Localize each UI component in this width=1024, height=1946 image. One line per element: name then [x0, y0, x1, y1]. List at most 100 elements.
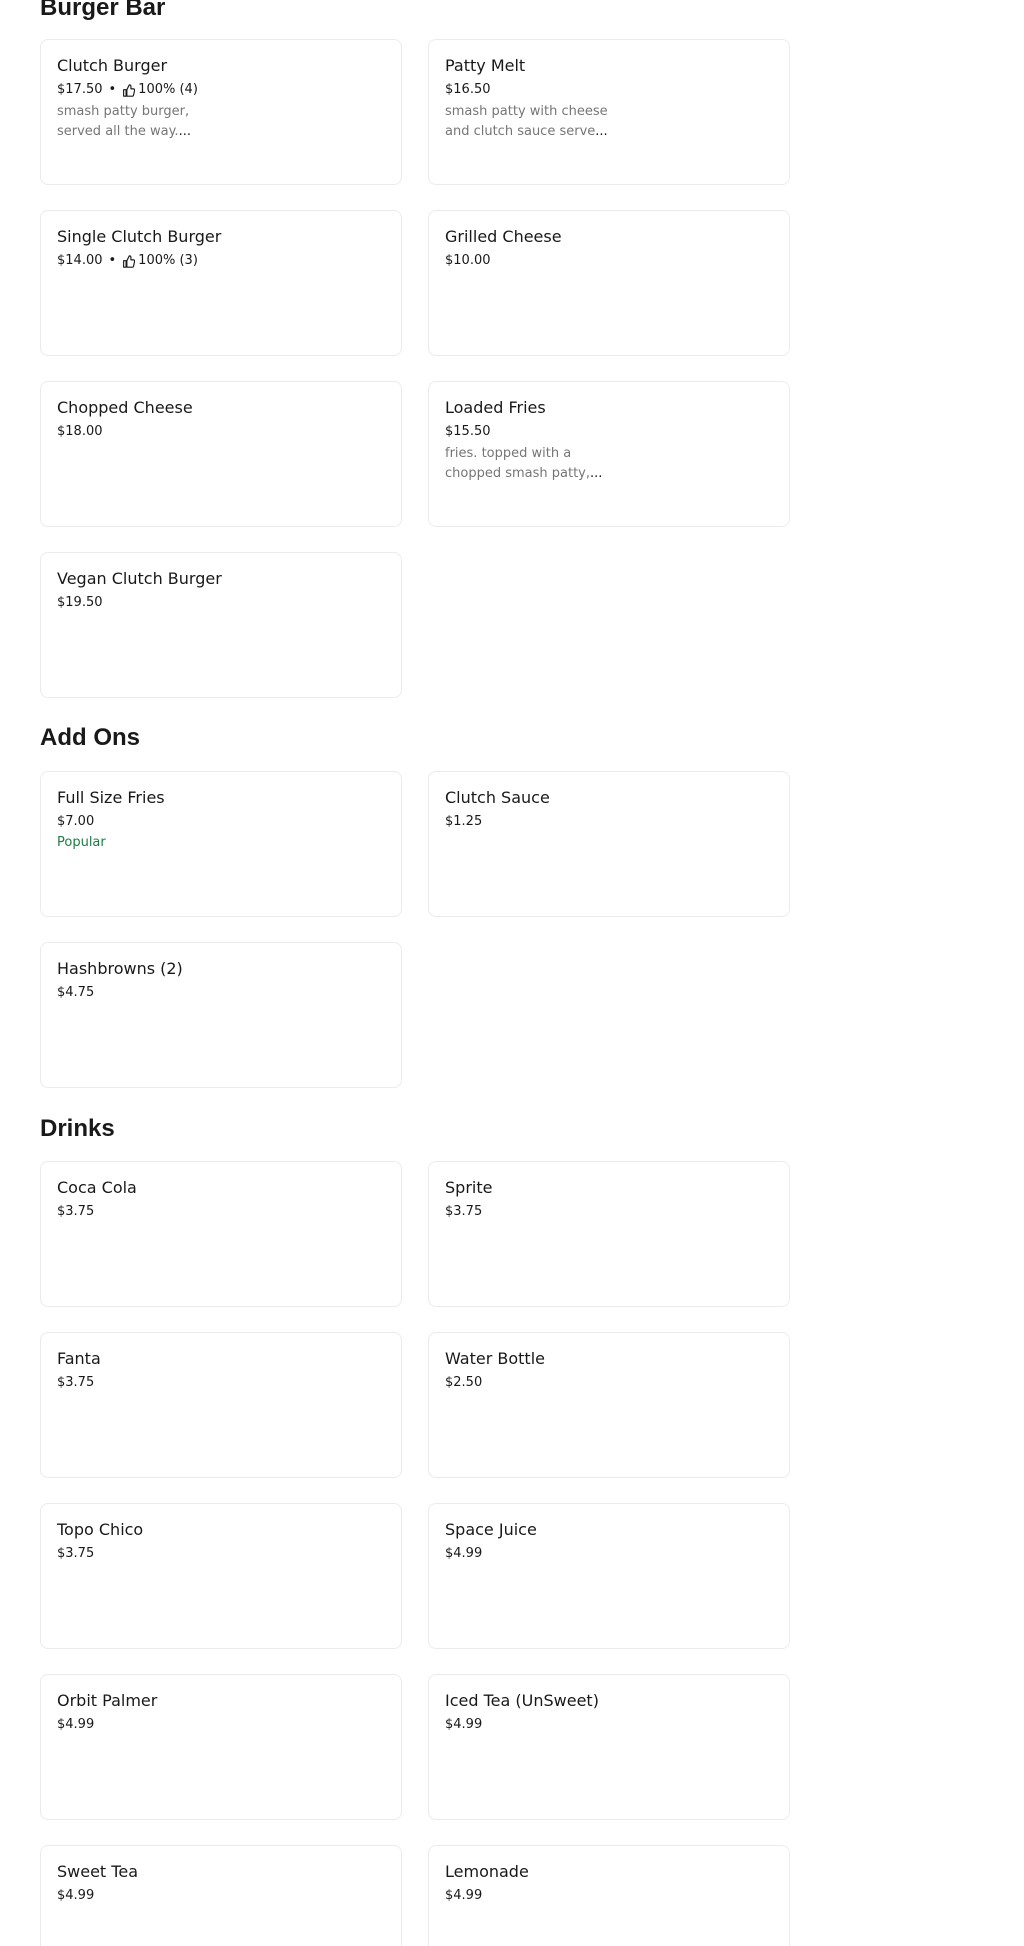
menu-item-card[interactable]: Hashbrowns (2) $4.75: [40, 942, 402, 1088]
menu-item-meta: $19.50: [57, 594, 385, 612]
menu-item-name: Iced Tea (UnSweet): [445, 1691, 599, 1710]
menu-item-meta: $3.75: [57, 1374, 385, 1392]
menu-item-name: Patty Melt: [445, 56, 526, 75]
menu-item-name: Coca Cola: [57, 1178, 137, 1197]
menu-item-price: $4.99: [445, 1546, 483, 1561]
menu-item-meta: $3.75: [445, 1203, 773, 1221]
menu-item-price: $2.50: [445, 1375, 483, 1390]
menu-item-price: $7.00: [57, 814, 95, 829]
menu-item-card[interactable]: Topo Chico $3.75: [40, 1503, 402, 1649]
menu-item-card[interactable]: Clutch Burger $17.50 • 100% (4) smash pa…: [40, 39, 402, 185]
menu-item-name: Lemonade: [445, 1862, 529, 1881]
description-line: chopped smash patty,: [445, 466, 591, 481]
description-line: served all the way.: [57, 124, 179, 139]
menu-item-price: $10.00: [445, 253, 491, 268]
menu-item-price: $4.99: [57, 1888, 95, 1903]
menu-item-price: $3.75: [445, 1204, 483, 1219]
menu-item-card[interactable]: Sprite $3.75: [428, 1161, 790, 1307]
menu-item-rating: 100% (3): [138, 253, 198, 268]
menu-item-name: Chopped Cheese: [57, 398, 193, 417]
menu-item-description: smash patty burger, served all the way...…: [57, 102, 257, 142]
menu-item-price: $3.75: [57, 1375, 95, 1390]
menu-item-card[interactable]: Clutch Sauce $1.25: [428, 771, 790, 917]
menu-item-meta: $4.75: [57, 984, 385, 1002]
description-line: smash patty burger,: [57, 104, 190, 119]
menu-item-meta: $7.00: [57, 813, 385, 831]
menu-item-meta: $17.50 • 100% (4): [57, 81, 385, 99]
menu-item-name: Full Size Fries: [57, 788, 165, 807]
meta-separator: •: [108, 82, 117, 97]
menu-item-meta: $16.50: [445, 81, 773, 99]
menu-item-meta: $2.50: [445, 1374, 773, 1392]
menu-item-meta: $4.99: [57, 1887, 385, 1905]
menu-item-name: Single Clutch Burger: [57, 227, 222, 246]
thumbs-up-icon: [123, 254, 136, 268]
menu-item-price: $19.50: [57, 595, 103, 610]
menu-item-price: $18.00: [57, 424, 103, 439]
menu-item-price: $1.25: [445, 814, 483, 829]
menu-item-meta: $14.00 • 100% (3): [57, 252, 385, 270]
menu-item-meta: $4.99: [445, 1545, 773, 1563]
menu-item-card[interactable]: Grilled Cheese $10.00: [428, 210, 790, 356]
menu-item-name: Fanta: [57, 1349, 101, 1368]
menu-item-card[interactable]: Full Size Fries $7.00 Popular: [40, 771, 402, 917]
menu-item-meta: $18.00: [57, 423, 385, 441]
menu-item-price: $14.00: [57, 253, 103, 268]
menu-item-card[interactable]: Sweet Tea $4.99: [40, 1845, 402, 1946]
description-line: and clutch sauce serve: [445, 124, 596, 139]
menu-item-price: $3.75: [57, 1204, 95, 1219]
menu-item-rating: 100% (4): [138, 82, 198, 97]
menu-item-meta: $15.50: [445, 423, 773, 441]
meta-separator: •: [108, 253, 117, 268]
menu-item-price: $4.99: [445, 1717, 483, 1732]
popular-badge: Popular: [57, 835, 106, 850]
menu-item-meta: $1.25: [445, 813, 773, 831]
description-ellipsis: ...: [590, 466, 603, 481]
menu-item-card[interactable]: Water Bottle $2.50: [428, 1332, 790, 1478]
section-title-add-ons: Add Ons: [40, 724, 140, 751]
menu-item-name: Sweet Tea: [57, 1862, 138, 1881]
menu-item-meta: $4.99: [57, 1716, 385, 1734]
menu-item-name: Topo Chico: [57, 1520, 144, 1539]
menu-item-name: Vegan Clutch Burger: [57, 569, 222, 588]
menu-item-card[interactable]: Coca Cola $3.75: [40, 1161, 402, 1307]
menu-item-price: $4.75: [57, 985, 95, 1000]
menu-item-card[interactable]: Single Clutch Burger $14.00 • 100% (3): [40, 210, 402, 356]
menu-item-card[interactable]: Orbit Palmer $4.99: [40, 1674, 402, 1820]
description-ellipsis: ...: [178, 124, 191, 139]
menu-item-meta: $10.00: [445, 252, 773, 270]
section-title-burger-bar: Burger Bar: [40, 0, 166, 21]
description-ellipsis: ...: [595, 124, 608, 139]
menu-item-card[interactable]: Space Juice $4.99: [428, 1503, 790, 1649]
menu-item-card[interactable]: Loaded Fries $15.50 fries. topped with a…: [428, 381, 790, 527]
menu-item-name: Grilled Cheese: [445, 227, 562, 246]
menu-item-name: Space Juice: [445, 1520, 537, 1539]
menu-item-card[interactable]: Iced Tea (UnSweet) $4.99: [428, 1674, 790, 1820]
menu-item-card[interactable]: Patty Melt $16.50 smash patty with chees…: [428, 39, 790, 185]
menu-item-name: Water Bottle: [445, 1349, 545, 1368]
menu-item-price: $17.50: [57, 82, 103, 97]
menu-item-meta: $3.75: [57, 1545, 385, 1563]
menu-item-name: Clutch Burger: [57, 56, 168, 75]
description-line: smash patty with cheese: [445, 104, 608, 119]
menu-item-name: Loaded Fries: [445, 398, 546, 417]
menu-item-meta: $4.99: [445, 1887, 773, 1905]
menu-item-price: $4.99: [57, 1717, 95, 1732]
menu-item-meta: $3.75: [57, 1203, 385, 1221]
menu-item-meta: $4.99: [445, 1716, 773, 1734]
menu-item-price: $4.99: [445, 1888, 483, 1903]
description-line: fries. topped with a: [445, 446, 572, 461]
menu-item-name: Hashbrowns (2): [57, 959, 183, 978]
menu-item-price: $15.50: [445, 424, 491, 439]
menu-item-description: fries. topped with a chopped smash patty,…: [445, 444, 645, 484]
thumbs-up-icon: [123, 83, 136, 97]
menu-item-card[interactable]: Lemonade $4.99: [428, 1845, 790, 1946]
menu-item-price: $3.75: [57, 1546, 95, 1561]
menu-item-price: $16.50: [445, 82, 491, 97]
menu-item-card[interactable]: Fanta $3.75: [40, 1332, 402, 1478]
menu-item-name: Orbit Palmer: [57, 1691, 158, 1710]
menu-item-card[interactable]: Chopped Cheese $18.00: [40, 381, 402, 527]
menu-item-card[interactable]: Vegan Clutch Burger $19.50: [40, 552, 402, 698]
menu-item-name: Clutch Sauce: [445, 788, 550, 807]
menu-item-description: smash patty with cheese and clutch sauce …: [445, 102, 645, 142]
